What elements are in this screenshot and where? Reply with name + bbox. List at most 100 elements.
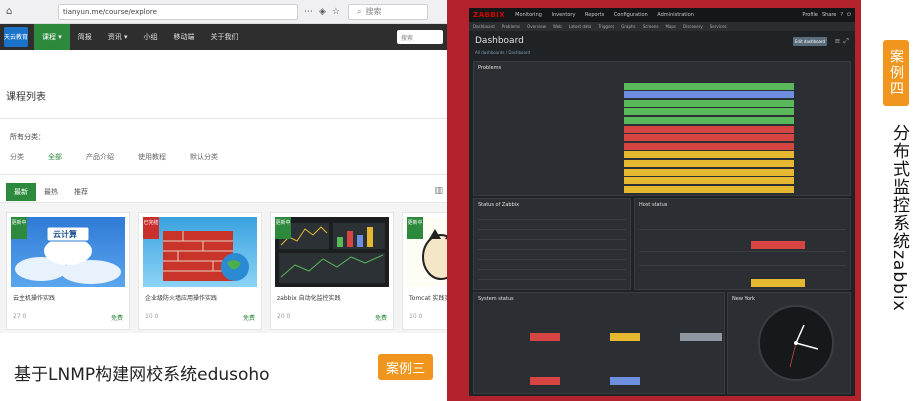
profile-link[interactable]: Profile xyxy=(802,12,818,18)
home-icon[interactable]: ⌂ xyxy=(6,6,18,17)
clock-icon xyxy=(758,305,834,381)
problem-row[interactable] xyxy=(478,159,846,167)
nav-item-news[interactable]: 简报 xyxy=(70,24,100,50)
dashboard-thumbnail-icon xyxy=(279,223,385,283)
category-default[interactable]: 默认分类 xyxy=(190,152,218,162)
nav-item-groups[interactable]: 小组 xyxy=(136,24,166,50)
fullscreen-icon[interactable]: ⤢ xyxy=(843,37,849,46)
problem-row[interactable] xyxy=(478,185,846,193)
sort-hottest[interactable]: 最热 xyxy=(36,183,66,201)
submenu-screens[interactable]: Screens xyxy=(643,24,659,29)
menu-administration[interactable]: Administration xyxy=(657,12,694,18)
submenu-web[interactable]: Web xyxy=(553,24,562,29)
nav-item-courses[interactable]: 课程 ▾ xyxy=(34,24,70,50)
course-card[interactable]: 更新中 Tomcat 实践实践 10 0 免费 xyxy=(402,212,447,330)
problem-severity-bar xyxy=(624,159,794,167)
zabbix-main-menu: Monitoring Inventory Reports Configurati… xyxy=(515,12,702,18)
course-card[interactable]: 更新中 云计算 云主机操作实践 27 0 免费 xyxy=(6,212,130,330)
problem-row[interactable] xyxy=(478,125,846,133)
help-icon[interactable]: ? xyxy=(840,12,843,18)
course-meta: 10 0 xyxy=(409,313,423,320)
row-divider xyxy=(639,229,846,230)
grid-view-icon[interactable]: ▥ xyxy=(434,186,443,196)
course-title[interactable]: Tomcat 实践实践 xyxy=(409,293,447,302)
zabbix-header: ZABBIX Monitoring Inventory Reports Conf… xyxy=(469,8,855,22)
course-card[interactable]: 已完结 企业级防火墙应用操作实践 10 0 免费 xyxy=(138,212,262,330)
case-caption: 分布式监控系统zabbix xyxy=(889,124,909,312)
submenu-latest-data[interactable]: Latest data xyxy=(569,24,592,29)
problem-row[interactable] xyxy=(478,142,846,150)
category-product[interactable]: 产品介绍 xyxy=(86,152,114,162)
menu-configuration[interactable]: Configuration xyxy=(614,12,648,18)
problems-widget: Problems xyxy=(473,61,851,196)
browser-search-field[interactable]: ⌕ 搜索 xyxy=(348,3,428,20)
sort-recommended[interactable]: 推荐 xyxy=(66,183,96,201)
menu-icon[interactable]: ≡ xyxy=(835,37,841,46)
widget-title: New York xyxy=(732,296,755,302)
dashboard-actions: ≡ ⤢ xyxy=(835,37,849,46)
course-title[interactable]: 云主机操作实践 xyxy=(13,293,55,302)
submenu-overview[interactable]: Overview xyxy=(527,24,546,29)
cloud-icon xyxy=(15,226,121,284)
submenu-triggers[interactable]: Triggers xyxy=(598,24,614,29)
menu-inventory[interactable]: Inventory xyxy=(552,12,576,18)
zabbix-logo[interactable]: ZABBIX xyxy=(473,11,505,19)
breadcrumb[interactable]: All dashboards / Dashboard xyxy=(475,50,530,55)
problem-row[interactable] xyxy=(478,168,846,176)
site-search-input[interactable]: 搜索 xyxy=(397,30,443,44)
nav-item-mobile[interactable]: 移动端 xyxy=(166,24,203,50)
problem-severity-bar xyxy=(624,91,794,99)
row-divider xyxy=(478,249,626,250)
course-thumbnail xyxy=(143,217,257,287)
sort-latest[interactable]: 最新 xyxy=(6,183,36,201)
problem-row[interactable] xyxy=(478,177,846,185)
nav-item-articles[interactable]: 资讯 ▾ xyxy=(100,24,136,50)
share-link[interactable]: Share xyxy=(822,12,836,18)
category-label: 所有分类： xyxy=(10,133,45,141)
dashboard-title: Dashboard xyxy=(475,36,524,46)
star-icon[interactable]: ☆ xyxy=(332,7,340,17)
left-screenshot-panel: ⌂ tianyun.me/course/explore ⋯ ◈ ☆ ⌕ 搜索 天… xyxy=(0,0,447,401)
browser-search-placeholder: 搜索 xyxy=(365,7,382,16)
course-card[interactable]: 更新中 zabbix 自动化监控实践 20 0 免费 xyxy=(270,212,394,330)
pocket-icon[interactable]: ◈ xyxy=(319,7,326,17)
system-status-cell xyxy=(680,333,722,341)
problem-row[interactable] xyxy=(478,99,846,107)
category-tutorial[interactable]: 使用教程 xyxy=(138,152,166,162)
url-field[interactable]: tianyun.me/course/explore xyxy=(58,3,298,20)
submenu-problems[interactable]: Problems xyxy=(502,24,520,29)
zabbix-screenshot-panel: ZABBIX Monitoring Inventory Reports Conf… xyxy=(469,8,855,396)
problem-row[interactable] xyxy=(478,116,846,124)
course-title[interactable]: zabbix 自动化监控实践 xyxy=(277,293,341,302)
problem-severity-bar xyxy=(624,116,794,124)
submenu-services[interactable]: Services xyxy=(710,24,727,29)
url-text: tianyun.me/course/explore xyxy=(63,7,157,16)
problem-severity-bar xyxy=(624,108,794,116)
problem-row[interactable] xyxy=(478,91,846,99)
logout-icon[interactable]: ⏻ xyxy=(847,12,851,18)
nav-item-about[interactable]: 关于我们 xyxy=(203,24,247,50)
submenu-graphs[interactable]: Graphs xyxy=(621,24,635,29)
course-title[interactable]: 企业级防火墙应用操作实践 xyxy=(145,293,217,302)
menu-reports[interactable]: Reports xyxy=(585,12,604,18)
site-logo[interactable]: 天云教育 xyxy=(4,27,28,47)
submenu-maps[interactable]: Maps xyxy=(665,24,676,29)
widget-title: Status of Zabbix xyxy=(478,202,520,208)
submenu-discovery[interactable]: Discovery xyxy=(683,24,703,29)
more-icon[interactable]: ⋯ xyxy=(304,7,313,17)
problem-row[interactable] xyxy=(478,108,846,116)
edit-dashboard-button[interactable]: Edit dashboard xyxy=(793,37,827,46)
problem-row[interactable] xyxy=(478,134,846,142)
course-meta: 27 0 xyxy=(13,313,27,320)
problem-severity-bar xyxy=(624,151,794,159)
problem-row[interactable] xyxy=(478,151,846,159)
problem-severity-bar xyxy=(624,142,794,150)
sort-tabs: 最新 最热 推荐 xyxy=(6,183,96,201)
problem-row[interactable] xyxy=(478,82,846,90)
row-divider xyxy=(639,251,846,252)
category-all[interactable]: 全部 xyxy=(48,152,62,162)
menu-monitoring[interactable]: Monitoring xyxy=(515,12,542,18)
course-list: 更新中 云计算 云主机操作实践 27 0 免费 已完结 企业级防火墙应用操作实践… xyxy=(0,203,447,333)
submenu-dashboard[interactable]: Dashboard xyxy=(473,24,495,29)
page-title: 课程列表 xyxy=(6,92,46,103)
